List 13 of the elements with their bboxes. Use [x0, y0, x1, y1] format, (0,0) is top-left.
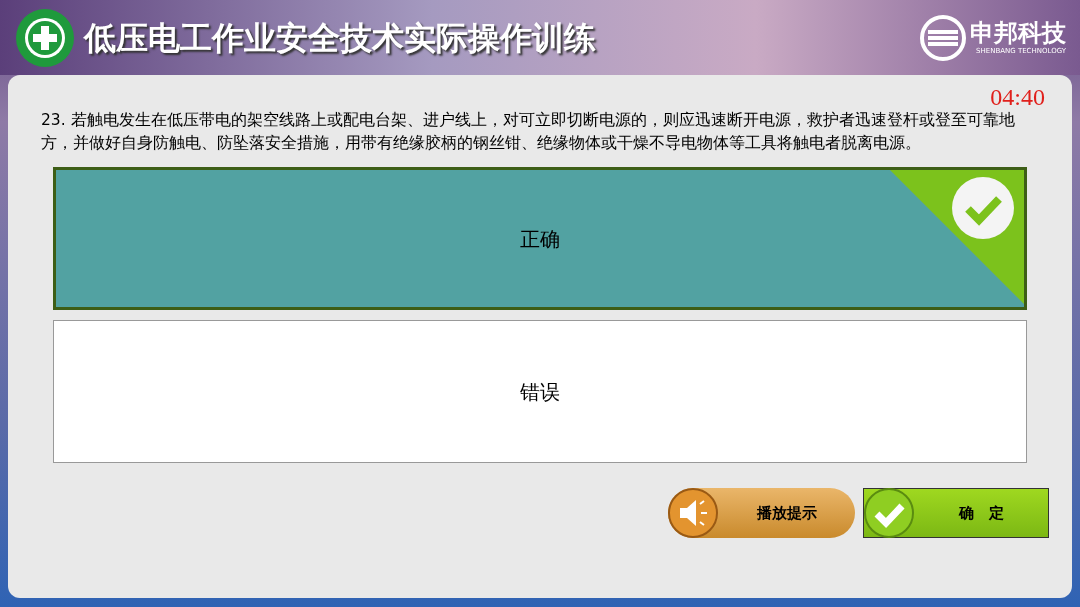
app-title: 低压电工作业安全技术实际操作训练	[84, 17, 596, 59]
speaker-icon	[668, 488, 718, 538]
confirm-button[interactable]: 确 定	[863, 488, 1049, 538]
question-text: 23. 若触电发生在低压带电的架空线路上或配电台架、进户线上，对可立即切断电源的，则应迅速断开电源，救护者迅速登杆或登至可靠地方，并做好自身防触电、防坠落安全措施，用带有绝缘胶柄的钢丝钳、绝缘物体或干燥不导电物体等工具将触电者脱离电源。	[41, 110, 1016, 154]
answer-option[interactable]: 正确	[53, 167, 1027, 310]
selected-check-icon	[890, 170, 1024, 304]
safety-cross-logo-icon	[14, 6, 76, 69]
countdown-timer: 04:40	[990, 85, 1045, 109]
check-icon	[864, 488, 914, 538]
brand-name: 申邦科技	[970, 20, 1066, 45]
answer-option[interactable]: 错误	[53, 320, 1027, 463]
play-hint-button[interactable]: 播放提示	[668, 488, 855, 538]
brand-logo-icon	[920, 14, 966, 61]
